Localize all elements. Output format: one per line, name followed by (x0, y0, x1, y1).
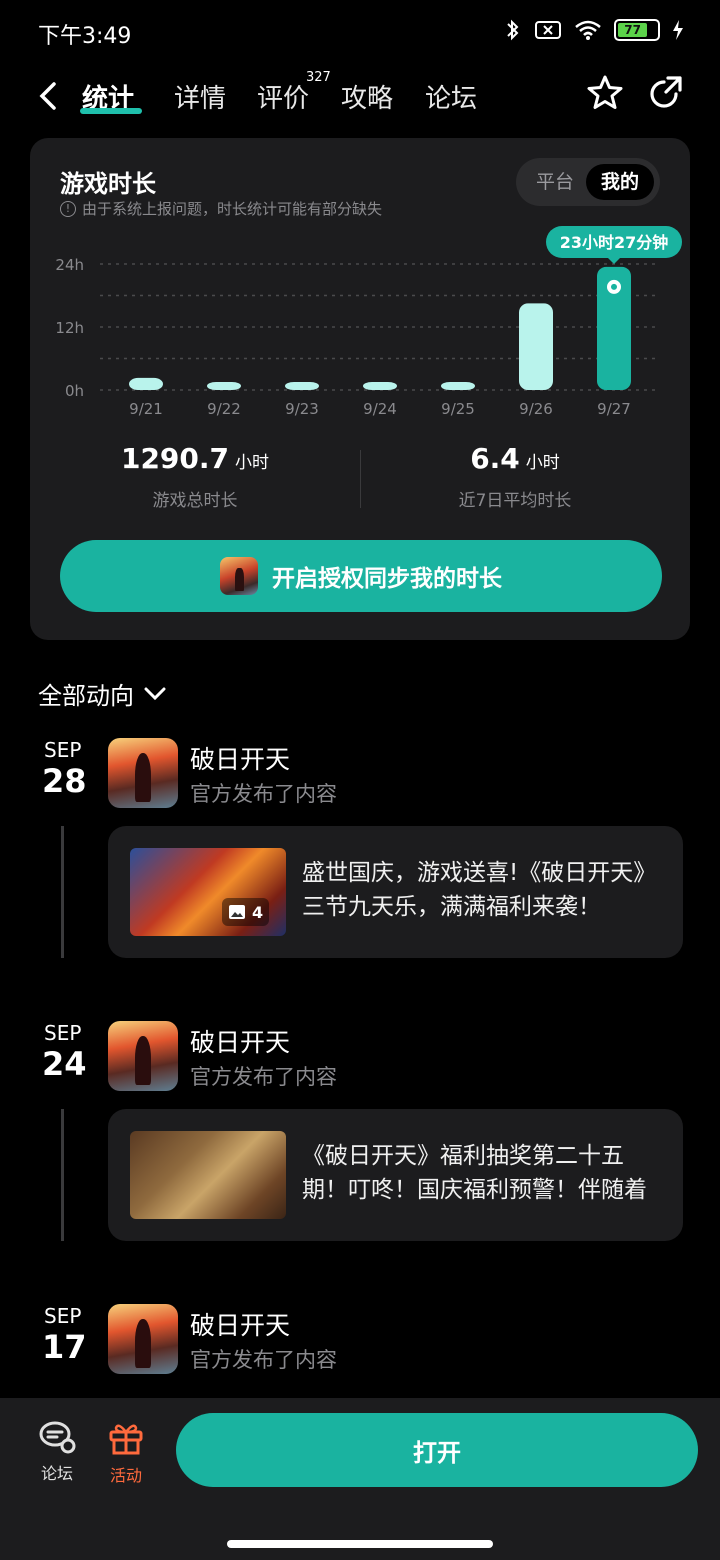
star-favorite-icon[interactable] (586, 74, 624, 112)
forum-icon (39, 1421, 76, 1454)
tab-reviews[interactable]: 评价 (257, 78, 309, 115)
wifi-icon (575, 20, 601, 40)
highlight-dot-center (611, 283, 617, 290)
timeline-line (61, 826, 64, 958)
status-time: 下午3:49 (38, 24, 132, 49)
battery-indicator: 77 (614, 19, 660, 41)
review-count-badge: 327 (306, 70, 331, 85)
chart-bar (207, 382, 241, 390)
no-sim-icon (535, 21, 561, 39)
post-image (130, 1131, 286, 1219)
chart-bar (129, 377, 163, 390)
post-text: 盛世国庆，游戏送喜!《破日开天》三节九天乐，满满福利来袭！ (302, 860, 657, 920)
game-thumbnail (220, 557, 258, 595)
status-bar: 下午3:49 77 (0, 0, 720, 64)
feed-day: 17 (42, 1328, 87, 1366)
total-playtime-unit: 小时 (235, 453, 270, 473)
chart-bar (363, 382, 397, 390)
avg-playtime-label: 近7日平均时长 (458, 491, 572, 511)
segment-mine[interactable]: 我的 (586, 164, 654, 200)
x-tick-label: 9/26 (519, 400, 553, 418)
filter-label: 全部动向 (38, 682, 134, 710)
post-card[interactable]: 4 盛世国庆，游戏送喜!《破日开天》三节九天乐，满满福利来袭！ (108, 826, 683, 958)
x-tick-label: 9/23 (285, 400, 319, 418)
open-game-button[interactable]: 打开 (176, 1413, 698, 1487)
tooltip-text: 23小时27分钟 (560, 233, 669, 252)
card-note-text: 由于系统上报问题，时长统计可能有部分缺失 (82, 200, 383, 218)
image-count-badge: 4 (222, 898, 270, 926)
stats-row: 1290.7 小时 游戏总时长 6.4 小时 近7日平均时长 (30, 438, 690, 518)
post-card[interactable]: 《破日开天》福利抽奖第二十五期！叮咚！国庆福利预警！伴随着 (108, 1109, 683, 1241)
gift-icon (109, 1424, 143, 1455)
post-text: 《破日开天》福利抽奖第二十五期！叮咚！国庆福利预警！伴随着 (302, 1143, 647, 1203)
status-icons: 77 (504, 18, 684, 42)
segment-platform[interactable]: 平台 (522, 164, 588, 200)
avg-playtime: 6.4 小时 (390, 442, 640, 475)
x-tick-label: 9/27 (597, 400, 631, 418)
avg-playtime-unit: 小时 (525, 453, 560, 473)
activity-button[interactable]: 活动 (96, 1420, 156, 1486)
feed-subtitle: 官方发布了内容 (190, 1348, 337, 1372)
feed-month: SEP (44, 738, 82, 762)
chart-bar (519, 303, 553, 390)
activity-filter-dropdown[interactable]: 全部动向 (38, 676, 166, 711)
feed-day: 28 (42, 762, 87, 800)
feed-subtitle: 官方发布了内容 (190, 1065, 337, 1089)
x-tick-label: 9/25 (441, 400, 475, 418)
x-tick-label: 9/22 (207, 400, 241, 418)
forum-button[interactable]: 论坛 (27, 1420, 87, 1484)
card-note: ! 由于系统上报问题，时长统计可能有部分缺失 (60, 198, 382, 219)
charging-icon (673, 20, 683, 40)
avg-playtime-value: 6.4 (470, 442, 520, 475)
bluetooth-icon (507, 19, 519, 41)
segment-control: 平台 我的 (516, 158, 660, 206)
back-arrow-icon[interactable] (36, 80, 60, 112)
timeline-line (61, 1109, 64, 1241)
stats-divider (360, 450, 361, 508)
game-avatar[interactable] (108, 1021, 178, 1091)
y-tick-label: 24h (55, 256, 84, 274)
feed-game-name[interactable]: 破日开天 (190, 740, 290, 776)
activity-label: 活动 (109, 1466, 142, 1485)
playtime-chart: 0h 12h 24h 9/21 9/22 9/23 9/24 9/25 9/26 9/27 23小时… (55, 226, 682, 418)
feed-game-name[interactable]: 破日开天 (190, 1023, 290, 1059)
feed-month: SEP (44, 1021, 82, 1045)
tab-guides[interactable]: 攻略 (341, 78, 393, 115)
playtime-card: 游戏时长 ! 由于系统上报问题，时长统计可能有部分缺失 平台 我的 0h 12h 2… (30, 138, 690, 640)
tooltip-pointer (607, 257, 621, 264)
post-image: 4 (130, 848, 286, 936)
authorize-sync-button[interactable]: 开启授权同步我的时长 (60, 540, 662, 612)
home-indicator[interactable] (227, 1540, 493, 1548)
chevron-down-icon (144, 687, 166, 700)
x-tick-label: 9/24 (363, 400, 397, 418)
y-tick-label: 0h (65, 382, 84, 400)
tab-forum[interactable]: 论坛 (425, 78, 477, 115)
game-avatar[interactable] (108, 738, 178, 808)
bottom-action-bar: 论坛 活动 打开 (0, 1398, 720, 1560)
card-title: 游戏时长 (60, 170, 156, 198)
battery-level: 77 (618, 23, 648, 37)
info-icon: ! (60, 200, 76, 217)
active-tab-indicator (80, 108, 142, 114)
tab-details[interactable]: 详情 (174, 78, 226, 115)
chart-bar (285, 382, 319, 390)
total-playtime-value: 1290.7 (120, 442, 230, 475)
chart-bar (441, 382, 475, 390)
total-playtime-label: 游戏总时长 (152, 491, 238, 511)
feed-game-name[interactable]: 破日开天 (190, 1306, 290, 1342)
forum-label: 论坛 (40, 1464, 73, 1483)
total-playtime: 1290.7 小时 (70, 442, 320, 475)
share-icon[interactable] (646, 74, 684, 112)
image-count: 4 (252, 902, 264, 922)
feed-day: 24 (42, 1045, 87, 1083)
feed-subtitle: 官方发布了内容 (190, 782, 337, 806)
feed-month: SEP (44, 1304, 82, 1328)
game-avatar[interactable] (108, 1304, 178, 1374)
image-icon (229, 905, 245, 919)
authorize-sync-label: 开启授权同步我的时长 (272, 566, 502, 592)
x-tick-label: 9/21 (129, 400, 163, 418)
y-tick-label: 12h (55, 319, 84, 337)
